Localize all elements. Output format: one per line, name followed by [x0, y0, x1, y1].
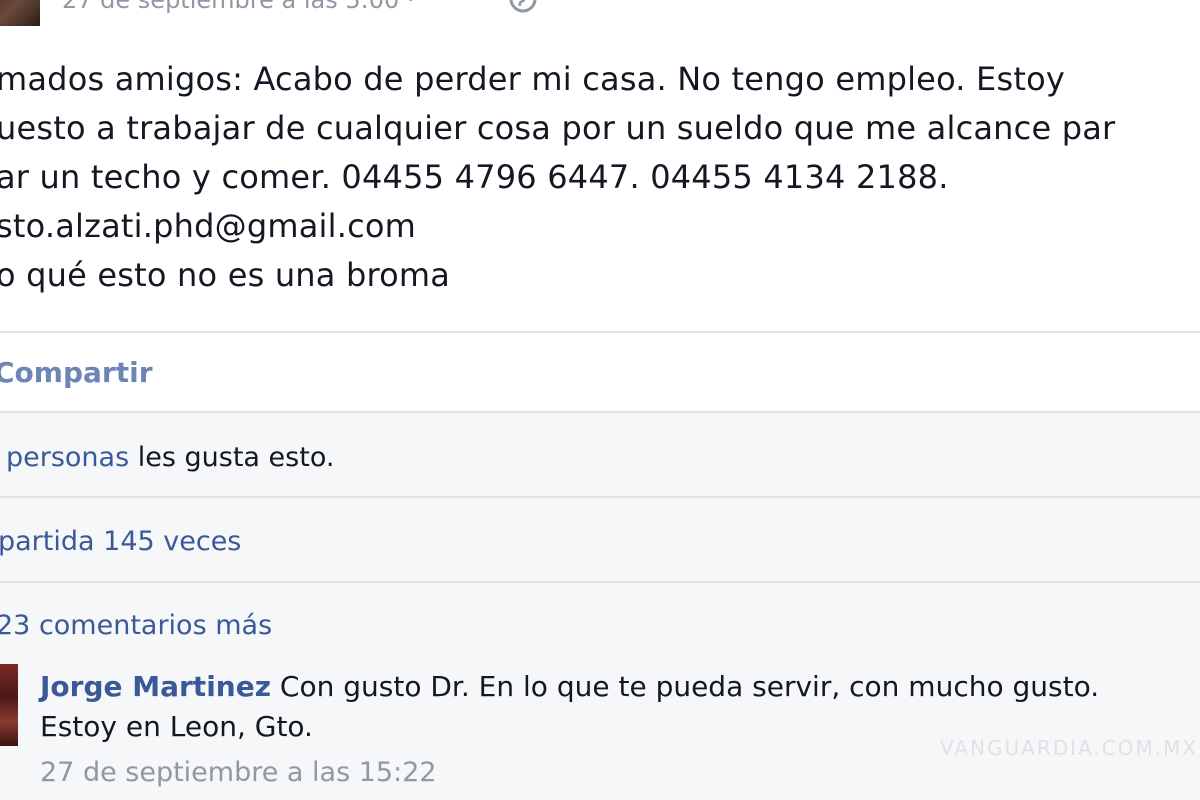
- likes-text: les gusta esto.: [129, 442, 335, 473]
- comment-author-link[interactable]: Jorge Martinez: [40, 670, 271, 703]
- comment-text-continued: Estoy en Leon, Gto.: [40, 710, 313, 743]
- divider: [0, 331, 1200, 333]
- divider: [0, 496, 1200, 498]
- commenter-avatar[interactable]: [0, 664, 18, 746]
- globe-icon[interactable]: [508, 0, 538, 14]
- shares-link[interactable]: partida 145 veces: [0, 526, 241, 557]
- divider: [0, 581, 1200, 583]
- watermark: VANGUARDIA.COM.MX: [940, 736, 1199, 760]
- post-text-line: o qué esto no es una broma: [0, 256, 451, 294]
- view-more-comments-link[interactable]: 23 comentarios más: [0, 610, 272, 641]
- author-avatar[interactable]: [0, 0, 40, 26]
- comment-timestamp[interactable]: 27 de septiembre a las 15:22: [40, 757, 437, 788]
- likes-link[interactable]: personas: [6, 442, 129, 473]
- likes-summary: personas les gusta esto.: [6, 442, 334, 473]
- divider: [0, 411, 1200, 413]
- post-text-line: uesto a trabajar de cualquier cosa por u…: [0, 109, 1116, 147]
- comment-body: Jorge Martinez Con gusto Dr. En lo que t…: [40, 670, 1099, 703]
- post-text-line: ar un techo y comer. 04455 4796 6447. 04…: [0, 158, 949, 196]
- post-timestamp[interactable]: 27 de septiembre a las 5:00 ·: [62, 0, 415, 14]
- share-button[interactable]: Compartir: [0, 356, 153, 389]
- comment-text: Con gusto Dr. En lo que te pueda servir,…: [271, 670, 1100, 703]
- post-text-line: mados amigos: Acabo de perder mi casa. N…: [0, 60, 1065, 98]
- post-text-line: sto.alzati.phd@gmail.com: [0, 207, 417, 245]
